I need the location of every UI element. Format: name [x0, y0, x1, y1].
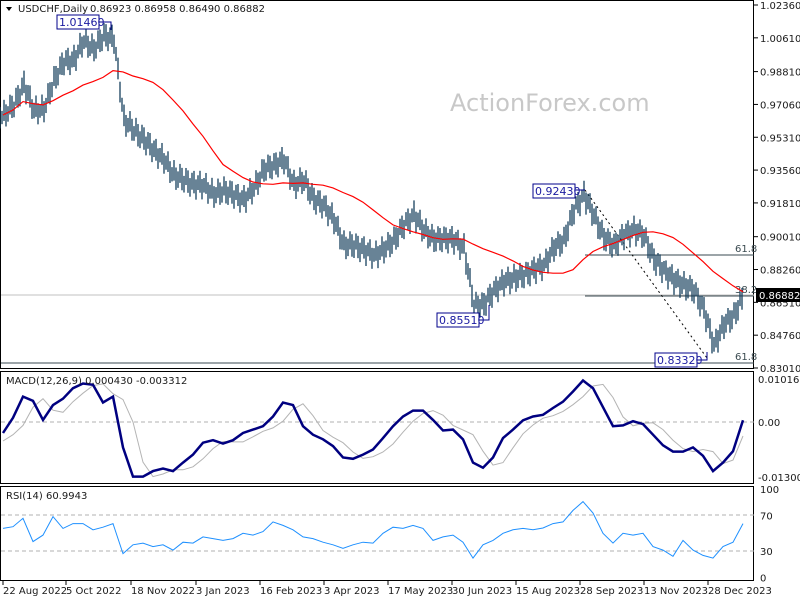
- macd-axis: 0.010166 0.00 -0.013006: [758, 375, 800, 484]
- rsi-axis: 100 70 30 0: [760, 485, 779, 584]
- price-tick-label: 0.83010: [760, 364, 800, 375]
- date-tick-label: 22 Aug 2022: [3, 586, 67, 597]
- svg-text:0.92430: 0.92430: [535, 185, 581, 198]
- rsi-title: RSI(14) 60.9943: [6, 491, 87, 502]
- price-tick-label: 0.93560: [760, 166, 800, 177]
- annotation-high: 1.01460: [56, 14, 112, 30]
- rsi-tick-label: 100: [760, 485, 779, 496]
- rsi-tick-label: 30: [760, 547, 773, 558]
- date-tick-label: 13 Nov 2023: [644, 586, 708, 597]
- macd-panel: [0, 371, 754, 484]
- price-tick-label: 1.02360: [760, 1, 800, 12]
- date-tick-label: 15 Aug 2023: [516, 586, 580, 597]
- date-tick-label: 5 Oct 2022: [66, 586, 121, 597]
- price-tick-label: 0.95310: [760, 133, 800, 144]
- rsi-tick-label: 0: [760, 573, 766, 584]
- macd-title: MACD(12,26,9) 0.000430 -0.003312: [6, 376, 187, 387]
- date-tick-label: 3 Jan 2023: [196, 586, 250, 597]
- price-tick-label: 0.97060: [760, 100, 800, 111]
- annotation-low: 0.83320: [654, 352, 708, 368]
- fib-38-2-label: 38.2: [735, 285, 757, 296]
- symbol-title: USDCHF,Daily: [18, 4, 88, 15]
- price-tick-label: 0.90010: [760, 233, 800, 244]
- date-tick-label: 28 Dec 2023: [708, 586, 772, 597]
- date-tick-label: 28 Sep 2023: [580, 586, 643, 597]
- date-tick-label: 17 May 2023: [388, 586, 453, 597]
- price-axis: 1.02360 1.00610 0.98810 0.97060 0.95310 0.935…: [754, 1, 800, 375]
- price-tick-label: 0.98810: [760, 68, 800, 79]
- price-tick-label: 0.91810: [760, 199, 800, 210]
- macd-tick-label: 0.00: [758, 418, 780, 429]
- macd-tick-label: 0.010166: [758, 375, 800, 386]
- chart-canvas: ActionForex.com 1.02360 1.00610 0.98810 0.9…: [0, 0, 800, 597]
- fib-61-8-upper-label: 61.8: [735, 244, 757, 255]
- current-price-value: 0.86882: [759, 291, 800, 302]
- rsi-tick-label: 70: [760, 512, 773, 523]
- macd-tick-label: -0.013006: [758, 473, 800, 484]
- date-tick-label: 30 Jun 2023: [452, 586, 512, 597]
- date-tick-label: 3 Apr 2023: [324, 586, 379, 597]
- svg-text:0.85510: 0.85510: [439, 314, 485, 327]
- svg-text:0.83320: 0.83320: [657, 354, 703, 367]
- price-panel: [0, 0, 754, 369]
- annotation-swing-high: 0.92430: [532, 183, 585, 199]
- price-tick-label: 1.00610: [760, 34, 800, 45]
- fib-61-8-lower-label: 61.8: [735, 352, 757, 363]
- date-tick-label: 18 Nov 2022: [131, 586, 195, 597]
- price-tick-label: 0.88260: [760, 266, 800, 277]
- svg-text:1.01460: 1.01460: [59, 16, 105, 29]
- date-tick-label: 16 Feb 2023: [260, 586, 322, 597]
- price-tick-label: 0.84760: [760, 331, 800, 342]
- ohlc-readout: 0.86923 0.86958 0.86490 0.86882: [90, 4, 265, 15]
- date-axis: 22 Aug 20225 Oct 2022 18 Nov 2022 3 Jan 20…: [2, 581, 772, 597]
- watermark: ActionForex.com: [450, 89, 650, 117]
